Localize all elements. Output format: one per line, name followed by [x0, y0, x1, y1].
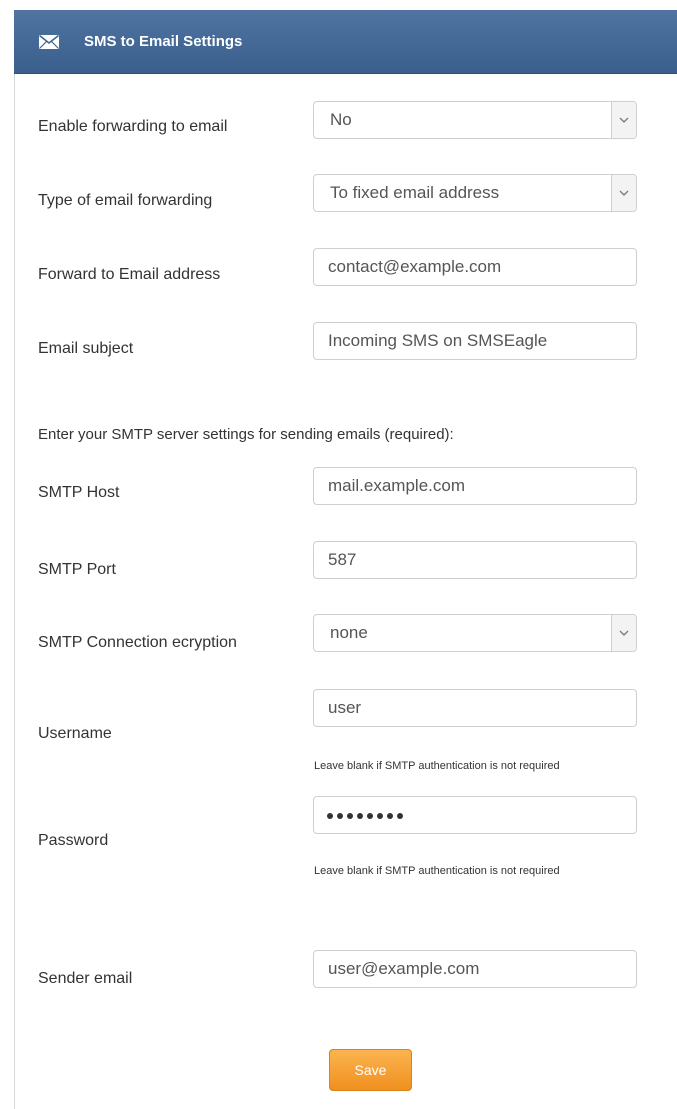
smtp-host-value: mail.example.com	[328, 476, 465, 495]
enable-forwarding-value: No	[330, 110, 352, 129]
username-value: user	[328, 698, 362, 717]
chevron-down-icon[interactable]	[611, 102, 636, 138]
smtp-encryption-value: none	[330, 623, 368, 642]
password-label: Password	[38, 832, 109, 849]
smtp-port-label: SMTP Port	[38, 561, 116, 578]
username-input[interactable]: user	[313, 689, 637, 727]
forwarding-type-value: To fixed email address	[330, 183, 500, 202]
smtp-settings-note: Enter your SMTP server settings for send…	[38, 426, 454, 443]
username-hint: Leave blank if SMTP authentication is no…	[314, 760, 560, 772]
forwarding-type-label: Type of email forwarding	[38, 192, 213, 209]
save-button[interactable]: Save	[329, 1049, 412, 1091]
password-hint: Leave blank if SMTP authentication is no…	[314, 865, 560, 877]
enable-forwarding-select[interactable]: No	[313, 101, 637, 139]
forward-to-label: Forward to Email address	[38, 266, 221, 283]
username-label: Username	[38, 725, 112, 742]
email-subject-label: Email subject	[38, 340, 134, 357]
email-subject-input[interactable]: Incoming SMS on SMSEagle	[313, 322, 637, 360]
smtp-port-input[interactable]: 587	[313, 541, 637, 579]
enable-forwarding-label: Enable forwarding to email	[38, 118, 228, 135]
sender-email-label: Sender email	[38, 970, 133, 987]
sender-email-value: user@example.com	[328, 959, 480, 978]
forward-to-input[interactable]: contact@example.com	[313, 248, 637, 286]
smtp-host-label: SMTP Host	[38, 484, 120, 501]
forward-to-value: contact@example.com	[328, 257, 502, 276]
sender-email-input[interactable]: user@example.com	[313, 950, 637, 988]
email-subject-value: Incoming SMS on SMSEagle	[328, 331, 548, 350]
panel-title: SMS to Email Settings	[84, 33, 243, 50]
chevron-down-icon[interactable]	[611, 175, 636, 211]
password-mask	[327, 813, 403, 819]
smtp-encryption-label: SMTP Connection ecryption	[38, 634, 237, 651]
password-input[interactable]	[313, 796, 637, 834]
chevron-down-icon[interactable]	[611, 615, 636, 651]
forwarding-type-select[interactable]: To fixed email address	[313, 174, 637, 212]
smtp-encryption-select[interactable]: none	[313, 614, 637, 652]
smtp-port-value: 587	[328, 550, 357, 569]
panel-header: SMS to Email Settings	[14, 10, 677, 74]
envelope-icon	[39, 34, 59, 54]
smtp-host-input[interactable]: mail.example.com	[313, 467, 637, 505]
